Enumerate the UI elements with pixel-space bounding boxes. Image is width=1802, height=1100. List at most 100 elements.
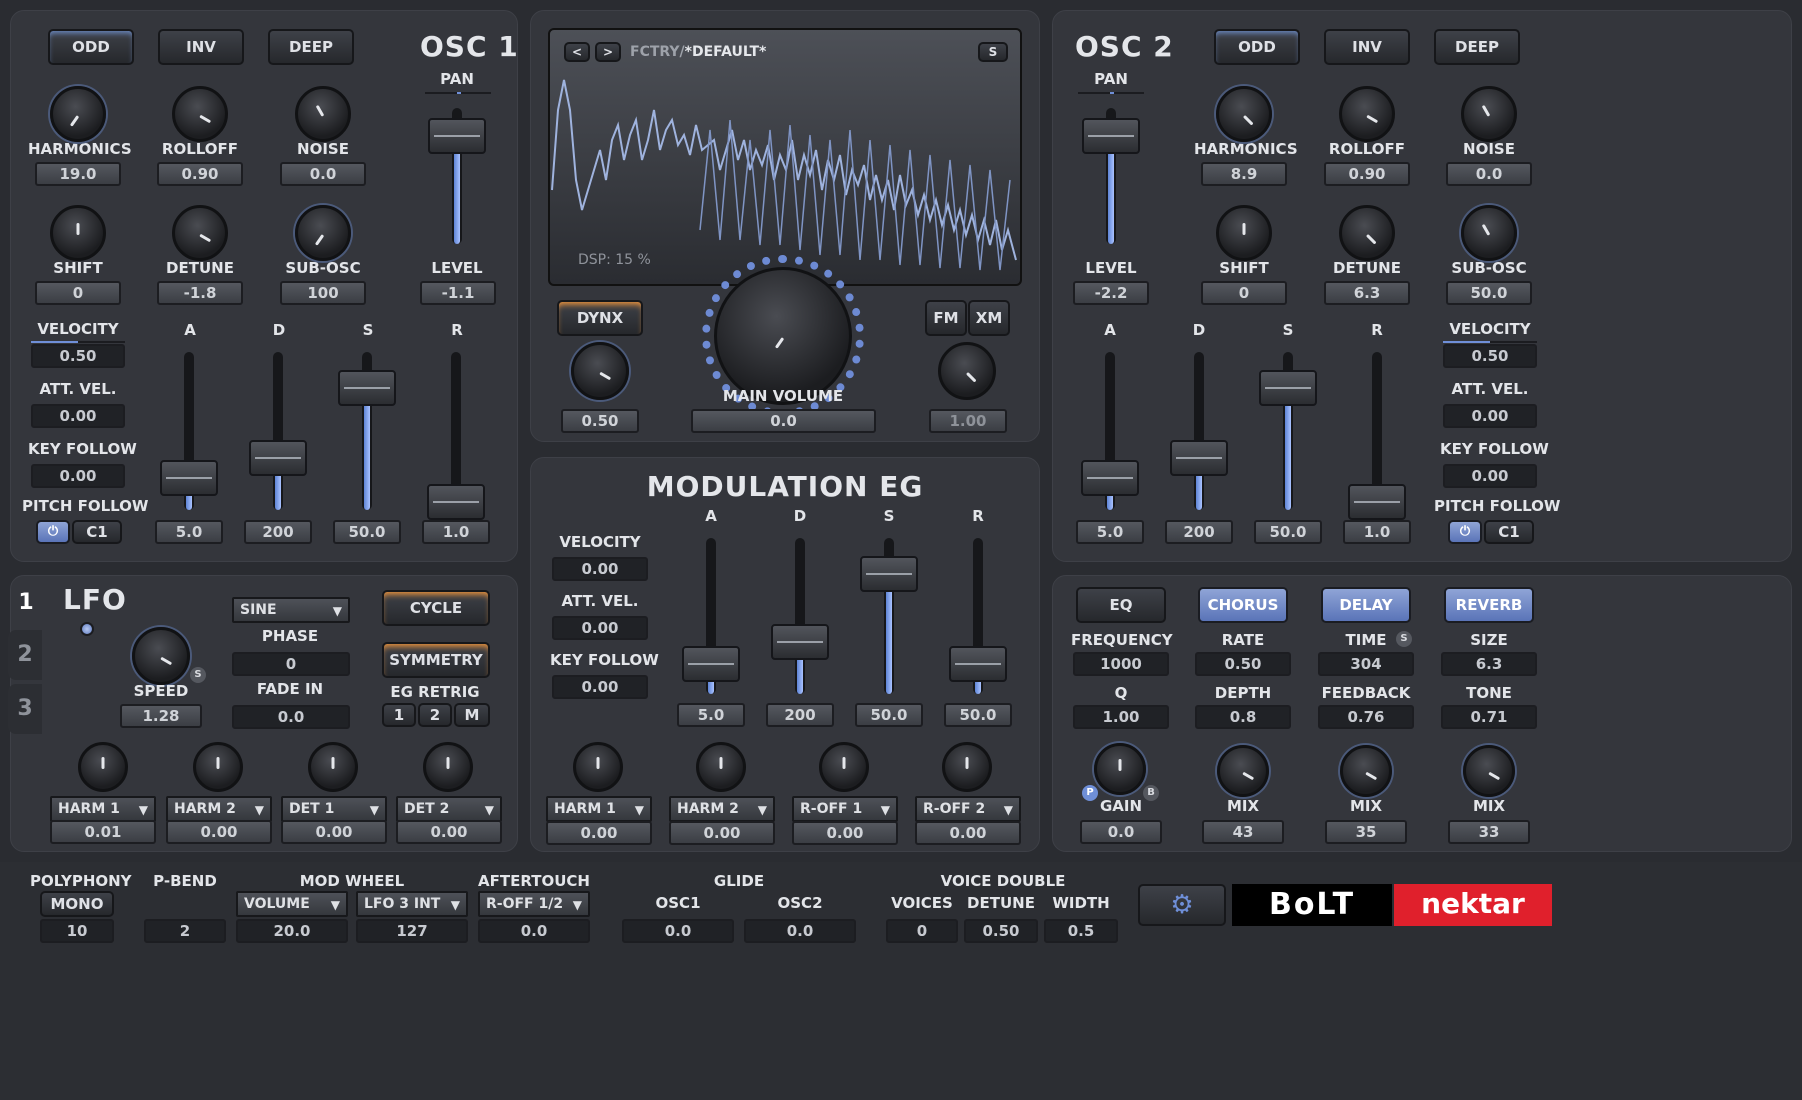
preset-save-button[interactable]: S xyxy=(978,42,1008,62)
main-volume-knob[interactable] xyxy=(714,267,852,405)
voices-value[interactable]: 0 xyxy=(886,919,958,943)
osc1-detune-value[interactable]: -1.8 xyxy=(157,281,243,305)
chorus-rate-value[interactable]: 0.50 xyxy=(1195,652,1291,676)
delay-time-value[interactable]: 304 xyxy=(1318,652,1414,676)
lfo-egretrig-1[interactable]: 1 xyxy=(382,703,416,727)
lfo-target2-dropdown[interactable]: HARM 2 ▼ xyxy=(166,796,272,822)
osc1-rolloff-knob[interactable] xyxy=(172,86,228,142)
modeg-target3-knob[interactable] xyxy=(819,742,869,792)
dynx-knob[interactable] xyxy=(571,342,629,400)
modeg-sustain-value[interactable]: 50.0 xyxy=(855,703,923,727)
lfo-target3-dropdown[interactable]: DET 1 ▼ xyxy=(281,796,387,822)
modeg-target2-value[interactable]: 0.00 xyxy=(669,821,775,845)
osc1-subosc-value[interactable]: 100 xyxy=(280,281,366,305)
osc1-pan-slider[interactable] xyxy=(425,92,491,94)
fmxm-knob[interactable] xyxy=(938,342,996,400)
osc2-level-handle[interactable] xyxy=(1082,118,1140,154)
preset-next-button[interactable]: > xyxy=(595,42,621,62)
delay-mix-value[interactable]: 35 xyxy=(1325,820,1407,844)
osc1-harmonics-knob[interactable] xyxy=(50,86,106,142)
osc1-sustain-handle[interactable] xyxy=(338,370,396,406)
fx-chorus-tab[interactable]: CHORUS xyxy=(1198,587,1288,623)
modeg-attvel-value[interactable]: 0.00 xyxy=(552,616,648,640)
osc1-subosc-knob[interactable] xyxy=(295,205,351,261)
osc1-pitchfollow-note[interactable]: C1 xyxy=(72,520,122,544)
modwheel-dest2-dropdown[interactable]: LFO 3 INT ▼ xyxy=(356,891,468,917)
lfo-symmetry-button[interactable]: SYMMETRY xyxy=(382,642,490,678)
lfo-target1-knob[interactable] xyxy=(78,742,128,792)
osc1-attack-value[interactable]: 5.0 xyxy=(155,520,223,544)
fm-button[interactable]: FM xyxy=(925,300,967,336)
osc1-attack-handle[interactable] xyxy=(160,460,218,496)
chorus-mix-knob[interactable] xyxy=(1217,745,1269,797)
osc1-level-value[interactable]: -1.1 xyxy=(420,281,496,305)
osc2-rolloff-knob[interactable] xyxy=(1339,86,1395,142)
lfo-egretrig-m[interactable]: M xyxy=(454,703,490,727)
osc2-attack-value[interactable]: 5.0 xyxy=(1076,520,1144,544)
delay-mix-knob[interactable] xyxy=(1340,745,1392,797)
osc2-sustain-value[interactable]: 50.0 xyxy=(1254,520,1322,544)
osc1-decay-handle[interactable] xyxy=(249,440,307,476)
osc1-sustain-value[interactable]: 50.0 xyxy=(333,520,401,544)
pbend-value[interactable]: 2 xyxy=(144,919,226,943)
modeg-target4-value[interactable]: 0.00 xyxy=(915,821,1021,845)
osc2-pitchfollow-note[interactable]: C1 xyxy=(1484,520,1534,544)
fx-eq-tab[interactable]: EQ xyxy=(1076,587,1166,623)
osc1-pitchfollow-power-icon[interactable]: ⏻ xyxy=(36,520,70,544)
settings-gear-icon[interactable]: ⚙ xyxy=(1138,884,1226,926)
osc2-detune-knob[interactable] xyxy=(1339,205,1395,261)
modeg-target1-value[interactable]: 0.00 xyxy=(546,821,652,845)
vd-detune-value[interactable]: 0.50 xyxy=(964,919,1038,943)
lfo-fadein-value[interactable]: 0.0 xyxy=(232,705,350,729)
osc2-velocity-value[interactable]: 0.50 xyxy=(1443,344,1537,368)
osc2-pan-slider[interactable] xyxy=(1078,92,1144,94)
modwheel-val1[interactable]: 20.0 xyxy=(236,919,348,943)
osc2-odd-button[interactable]: ODD xyxy=(1214,29,1300,65)
preset-prev-button[interactable]: < xyxy=(564,42,590,62)
modeg-attack-value[interactable]: 5.0 xyxy=(677,703,745,727)
osc2-inv-button[interactable]: INV xyxy=(1324,29,1410,65)
osc1-decay-slider[interactable] xyxy=(273,352,283,510)
lfo-speed-sync-button[interactable]: S xyxy=(190,667,206,683)
osc1-keyfollow-value[interactable]: 0.00 xyxy=(31,464,125,488)
modeg-target1-knob[interactable] xyxy=(573,742,623,792)
osc1-release-handle[interactable] xyxy=(427,484,485,520)
modeg-target1-dropdown[interactable]: HARM 1 ▼ xyxy=(546,796,652,822)
reverb-tone-value[interactable]: 0.71 xyxy=(1441,705,1537,729)
modeg-target3-value[interactable]: 0.00 xyxy=(792,821,898,845)
osc2-decay-slider[interactable] xyxy=(1194,352,1204,510)
osc1-inv-button[interactable]: INV xyxy=(158,29,244,65)
lfo-target4-value[interactable]: 0.00 xyxy=(396,820,502,844)
lfo-target1-dropdown[interactable]: HARM 1 ▼ xyxy=(50,796,156,822)
delay-feedback-value[interactable]: 0.76 xyxy=(1318,705,1414,729)
modwheel-dest1-dropdown[interactable]: VOLUME ▼ xyxy=(236,891,348,917)
osc1-shift-value[interactable]: 0 xyxy=(35,281,121,305)
osc2-harmonics-knob[interactable] xyxy=(1216,86,1272,142)
aftertouch-dest-dropdown[interactable]: R-OFF 1/2 ▼ xyxy=(478,891,590,917)
glide-osc2-value[interactable]: 0.0 xyxy=(744,919,856,943)
modeg-sustain-handle[interactable] xyxy=(860,556,918,592)
eq-frequency-value[interactable]: 1000 xyxy=(1073,652,1169,676)
eq-gain-value[interactable]: 0.0 xyxy=(1080,820,1162,844)
osc2-shift-value[interactable]: 0 xyxy=(1201,281,1287,305)
lfo-tab-1[interactable]: 1 xyxy=(10,580,42,625)
lfo-target1-value[interactable]: 0.01 xyxy=(50,820,156,844)
lfo-target2-knob[interactable] xyxy=(193,742,243,792)
osc1-shift-knob[interactable] xyxy=(50,205,106,261)
osc2-decay-value[interactable]: 200 xyxy=(1165,520,1233,544)
fmxm-value[interactable]: 1.00 xyxy=(929,409,1007,433)
modeg-target4-dropdown[interactable]: R-OFF 2 ▼ xyxy=(915,796,1021,822)
lfo-target2-value[interactable]: 0.00 xyxy=(166,820,272,844)
osc2-attack-handle[interactable] xyxy=(1081,460,1139,496)
osc2-level-value[interactable]: -2.2 xyxy=(1073,281,1149,305)
osc1-decay-value[interactable]: 200 xyxy=(244,520,312,544)
modeg-target4-knob[interactable] xyxy=(942,742,992,792)
xm-button[interactable]: XM xyxy=(968,300,1010,336)
aftertouch-value[interactable]: 0.0 xyxy=(478,919,590,943)
fx-reverb-tab[interactable]: REVERB xyxy=(1444,587,1534,623)
osc1-noise-value[interactable]: 0.0 xyxy=(280,162,366,186)
osc2-harmonics-value[interactable]: 8.9 xyxy=(1201,162,1287,186)
vd-width-value[interactable]: 0.5 xyxy=(1044,919,1118,943)
lfo-tab-3[interactable]: 3 xyxy=(8,684,42,734)
modeg-decay-handle[interactable] xyxy=(771,624,829,660)
